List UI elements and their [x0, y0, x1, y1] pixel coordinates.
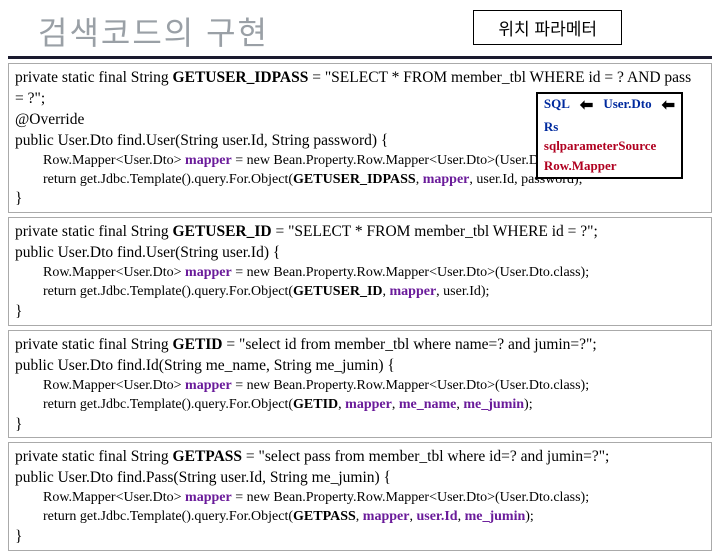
code-line: private static final String GETUSER_ID =…	[15, 222, 705, 243]
code-line: private static final String GETUSER_IDPA…	[15, 68, 705, 89]
code-text: = new Bean.Property.Row.Mapper<User.Dto>…	[232, 378, 589, 393]
topic-badge: 위치 파라메터	[473, 10, 622, 45]
arrow-left-icon: ⬅	[658, 96, 679, 117]
code-text: );	[525, 509, 534, 524]
code-block-1: SQL ⬅ User.Dto ⬅ Rs sqlparameterSource R…	[8, 63, 712, 213]
code-text: return get.Jdbc.Template().query.For.Obj…	[43, 397, 293, 412]
code-line: }	[15, 189, 705, 210]
code-line: return get.Jdbc.Template().query.For.Obj…	[15, 508, 705, 527]
code-text: ,	[356, 509, 363, 524]
code-block-3: private static final String GETID = "sel…	[8, 330, 712, 439]
code-const: GETID	[293, 397, 338, 412]
code-arg: me_name	[399, 397, 457, 412]
arrow-left-icon: ⬅	[576, 96, 597, 117]
code-text: = new Bean.Property.Row.Mapper<User.Dto>…	[232, 265, 589, 280]
code-var: mapper	[423, 172, 470, 187]
code-line: public User.Dto find.User(String user.Id…	[15, 243, 705, 264]
code-text: = "select pass from member_tbl where id=…	[246, 448, 609, 465]
code-const: GETUSER_IDPASS	[293, 172, 416, 187]
slide-header: 검색코드의 구현 위치 파라메터	[8, 6, 712, 59]
code-text: return get.Jdbc.Template().query.For.Obj…	[43, 284, 293, 299]
code-line: public User.Dto find.Pass(String user.Id…	[15, 468, 705, 489]
callout-userdto: User.Dto	[599, 96, 655, 117]
code-var: mapper	[363, 509, 410, 524]
code-text: = new Bean.Property.Row.Mapper<User.Dto>…	[232, 490, 589, 505]
code-text: return get.Jdbc.Template().query.For.Obj…	[43, 509, 293, 524]
code-text: = "SELECT * FROM member_tbl WHERE id = ?…	[272, 223, 598, 240]
code-block-2: private static final String GETUSER_ID =…	[8, 217, 712, 326]
code-block-4: private static final String GETPASS = "s…	[8, 442, 712, 551]
code-line: }	[15, 527, 705, 548]
callout-rs: Rs	[540, 119, 574, 136]
code-text: ,	[392, 397, 399, 412]
code-text: Row.Mapper<User.Dto>	[43, 153, 185, 168]
code-text: = "SELECT * FROM member_tbl WHERE id = ?…	[308, 69, 691, 86]
code-text: return get.Jdbc.Template().query.For.Obj…	[43, 172, 293, 187]
code-arg: user.Id	[416, 509, 457, 524]
code-line: private static final String GETPASS = "s…	[15, 447, 705, 468]
code-text: ,	[383, 284, 390, 299]
code-text: private static final String	[15, 448, 173, 465]
callout-sql: SQL	[540, 96, 574, 117]
code-line: Row.Mapper<User.Dto> mapper = new Bean.P…	[15, 489, 705, 508]
code-text: ,	[416, 172, 423, 187]
code-line: return get.Jdbc.Template().query.For.Obj…	[15, 283, 705, 302]
code-line: public User.Dto find.Id(String me_name, …	[15, 356, 705, 377]
code-var: mapper	[345, 397, 392, 412]
code-line: private static final String GETID = "sel…	[15, 335, 705, 356]
code-arg: me_jumin	[465, 509, 526, 524]
code-text: private static final String	[15, 69, 173, 86]
callout-sqlparam: sqlparameterSource	[540, 138, 679, 155]
callout-box: SQL ⬅ User.Dto ⬅ Rs sqlparameterSource R…	[536, 92, 683, 179]
code-text: Row.Mapper<User.Dto>	[43, 378, 185, 393]
code-var: mapper	[390, 284, 437, 299]
code-line: Row.Mapper<User.Dto> mapper = new Bean.P…	[15, 264, 705, 283]
code-var: mapper	[185, 265, 232, 280]
code-line: }	[15, 415, 705, 436]
code-var: mapper	[185, 490, 232, 505]
code-const: GETUSER_ID	[293, 284, 382, 299]
callout-rowmapper: Row.Mapper	[540, 158, 679, 175]
code-text: private static final String	[15, 336, 173, 353]
code-const: GETUSER_ID	[173, 223, 272, 240]
code-text: Row.Mapper<User.Dto>	[43, 265, 185, 280]
page-title: 검색코드의 구현	[38, 8, 269, 54]
code-text: = "select id from member_tbl where name=…	[226, 336, 596, 353]
code-text: private static final String	[15, 223, 173, 240]
code-const: GETPASS	[173, 448, 246, 465]
code-const: GETUSER_IDPASS	[173, 69, 309, 86]
code-const: GETID	[173, 336, 227, 353]
code-text: ,	[458, 509, 465, 524]
code-line: Row.Mapper<User.Dto> mapper = new Bean.P…	[15, 377, 705, 396]
code-arg: me_jumin	[463, 397, 524, 412]
code-line: }	[15, 302, 705, 323]
code-text: , user.Id);	[436, 284, 489, 299]
code-const: GETPASS	[293, 509, 356, 524]
code-line: return get.Jdbc.Template().query.For.Obj…	[15, 396, 705, 415]
code-text: Row.Mapper<User.Dto>	[43, 490, 185, 505]
code-var: mapper	[185, 153, 232, 168]
code-var: mapper	[185, 378, 232, 393]
code-text: );	[524, 397, 533, 412]
